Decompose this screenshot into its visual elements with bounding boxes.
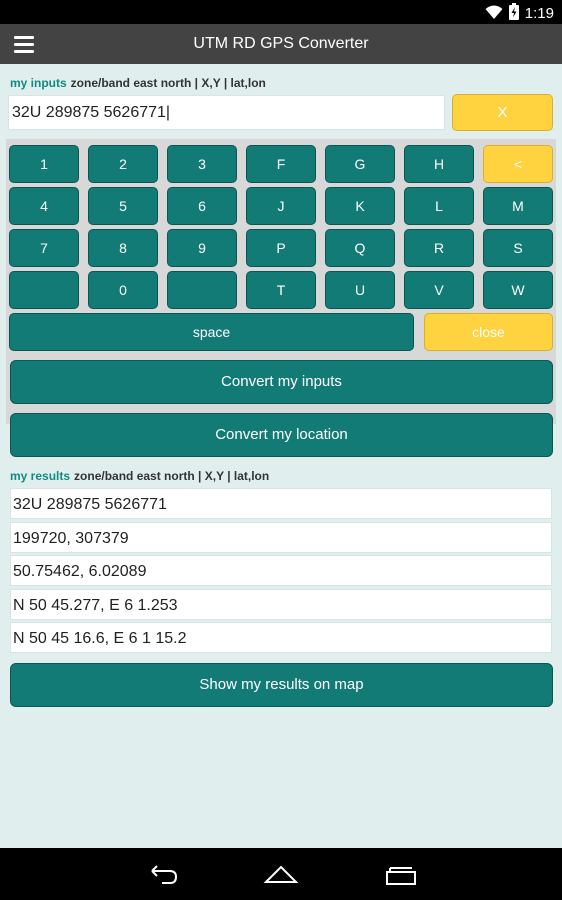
- main-content: my inputs zone/band east north | X,Y | la…: [0, 64, 562, 848]
- key-s[interactable]: S: [483, 229, 553, 267]
- key-h[interactable]: H: [404, 145, 474, 183]
- key-k[interactable]: K: [325, 187, 395, 225]
- key-4[interactable]: 4: [9, 187, 79, 225]
- navigation-bar: [0, 848, 562, 900]
- inputs-format-hint: zone/band east north | X,Y | lat,lon: [70, 76, 266, 90]
- convert-inputs-button[interactable]: Convert my inputs: [10, 360, 553, 404]
- key-f[interactable]: F: [246, 145, 316, 183]
- key-j[interactable]: J: [246, 187, 316, 225]
- result-decimal-degrees: 50.75462, 6.02089: [10, 555, 552, 586]
- inputs-label: my inputs: [10, 76, 67, 90]
- app-bar: UTM RD GPS Converter: [0, 24, 562, 64]
- key-m[interactable]: M: [483, 187, 553, 225]
- recents-icon[interactable]: [381, 858, 421, 890]
- show-on-map-button[interactable]: Show my results on map: [10, 663, 553, 707]
- backspace-key[interactable]: <: [483, 145, 553, 183]
- app-title: UTM RD GPS Converter: [193, 35, 369, 52]
- key-blank-left[interactable]: [9, 271, 79, 309]
- results-label: my results: [10, 469, 71, 483]
- home-icon[interactable]: [261, 858, 301, 890]
- result-rd: 199720, 307379: [10, 522, 552, 553]
- inputs-header: my inputs zone/band east north | X,Y | la…: [10, 76, 266, 90]
- key-g[interactable]: G: [325, 145, 395, 183]
- key-5[interactable]: 5: [88, 187, 158, 225]
- status-bar: 1:19: [0, 0, 562, 24]
- key-v[interactable]: V: [404, 271, 474, 309]
- clear-input-button[interactable]: X: [452, 94, 553, 131]
- result-degrees-minutes-seconds: N 50 45 16.6, E 6 1 15.2: [10, 622, 552, 653]
- coordinate-input[interactable]: 32U 289875 5626771|: [8, 95, 445, 130]
- key-9[interactable]: 9: [167, 229, 237, 267]
- key-q[interactable]: Q: [325, 229, 395, 267]
- key-u[interactable]: U: [325, 271, 395, 309]
- key-l[interactable]: L: [404, 187, 474, 225]
- key-2[interactable]: 2: [88, 145, 158, 183]
- key-3[interactable]: 3: [167, 145, 237, 183]
- back-icon[interactable]: [142, 858, 182, 890]
- result-degrees-minutes: N 50 45.277, E 6 1.253: [10, 589, 552, 620]
- key-blank-middle[interactable]: [167, 271, 237, 309]
- key-1[interactable]: 1: [9, 145, 79, 183]
- key-8[interactable]: 8: [88, 229, 158, 267]
- key-r[interactable]: R: [404, 229, 474, 267]
- key-p[interactable]: P: [246, 229, 316, 267]
- space-key[interactable]: space: [9, 313, 414, 351]
- results-header: my results zone/band east north | X,Y | l…: [10, 469, 269, 483]
- results-format-hint: zone/band east north | X,Y | lat,lon: [74, 469, 270, 483]
- key-7[interactable]: 7: [9, 229, 79, 267]
- close-keyboard-button[interactable]: close: [424, 313, 553, 351]
- key-w[interactable]: W: [483, 271, 553, 309]
- key-0[interactable]: 0: [88, 271, 158, 309]
- battery-icon: [508, 3, 519, 25]
- result-utm: 32U 289875 5626771: [10, 488, 552, 519]
- convert-location-button[interactable]: Convert my location: [10, 413, 553, 457]
- wifi-icon: [485, 4, 503, 25]
- key-t[interactable]: T: [246, 271, 316, 309]
- status-time: 1:19: [524, 5, 554, 22]
- key-6[interactable]: 6: [167, 187, 237, 225]
